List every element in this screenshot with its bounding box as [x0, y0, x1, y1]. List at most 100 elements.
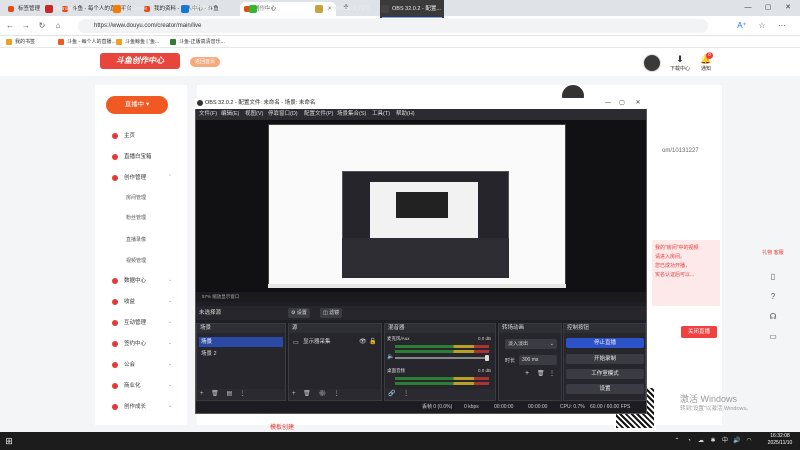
close-window-icon[interactable]: ✕ [631, 98, 645, 109]
menu-help[interactable]: 帮助(H) [396, 109, 415, 120]
read-aloud-icon[interactable]: A⁺ [736, 20, 748, 32]
taskbar-item-naraka[interactable]: Naraka [44, 0, 108, 18]
sidebar-item-treasure[interactable]: 直播白宝箱 [112, 151, 152, 163]
back-icon[interactable]: ← [4, 20, 16, 32]
start-recording-button[interactable]: 开始录制 [566, 354, 644, 364]
star-icon [6, 39, 12, 45]
scene-item[interactable]: 场景 2 [199, 349, 283, 359]
input-method-icon[interactable]: 中 [720, 432, 730, 450]
dock-title: 源 [289, 324, 381, 333]
avatar[interactable] [643, 54, 661, 72]
favorite-star-icon[interactable]: ☆ [756, 20, 768, 32]
sidebar-subitem-recordings[interactable]: 直播录像 [126, 235, 146, 245]
source-label: 显示器采集 [303, 339, 331, 345]
taskbar-item-game[interactable]: 21646039-火刀门 [314, 0, 376, 18]
sidebar-item-label: 公会 [124, 362, 136, 368]
volume-slider[interactable] [395, 357, 489, 359]
monitor-icon[interactable]: ▭ [766, 332, 780, 342]
sidebar-item-creation[interactable]: 创作管理 [112, 172, 146, 184]
sidebar-subitem-videos[interactable]: 视频管理 [126, 256, 146, 266]
menu-docks[interactable]: 停靠窗口(D) [268, 109, 298, 120]
source-toolbar-buttons[interactable]: + 🗑 ⚙ ⋮ [289, 389, 381, 400]
browser-icon [181, 5, 189, 13]
bookmark-item[interactable]: 我的书签 [6, 36, 35, 48]
stop-streaming-button[interactable]: 停止直播 [566, 338, 644, 348]
add-transition-icon[interactable]: + [525, 370, 529, 377]
live-status-button[interactable]: 直播中 ▾ [106, 96, 168, 114]
eye-icon[interactable]: 👁 [359, 338, 367, 345]
scene-toolbar[interactable]: + 🗑 ▤ ⋮ [197, 389, 285, 400]
minimize-icon[interactable]: — [601, 98, 615, 109]
sidebar-subitem-fans[interactable]: 粉丝管理 [126, 213, 146, 223]
sidebar-subitem-room[interactable]: 房间管理 [126, 193, 146, 203]
more-icon[interactable]: ⋯ [776, 20, 788, 32]
network-icon[interactable]: ◔ [684, 432, 694, 450]
menu-profile[interactable]: 配置文件(P) [304, 109, 333, 120]
bookmark-label: 斗鱼 - 每个人的直播... [67, 39, 116, 45]
reload-icon[interactable]: ↻ [36, 20, 48, 32]
bluetooth-icon[interactable]: ✱ [708, 432, 718, 450]
chevron-up-icon[interactable]: ⌃ [672, 432, 682, 450]
speaker-icon[interactable]: 🔊 [732, 432, 742, 450]
volume-knob[interactable] [485, 355, 489, 361]
headset-icon[interactable]: ☊ [766, 312, 780, 322]
cpu-usage: CPU: 0.7% [560, 404, 585, 410]
taskbar-item-obs[interactable]: OBS 32.0.2 - 配置... [380, 0, 444, 18]
menu-view[interactable]: 视图(V) [245, 109, 263, 120]
studio-mode-button[interactable]: 工作室模式 [566, 369, 644, 379]
volume-meter [395, 377, 489, 380]
bookmark-item[interactable]: 斗鱼鲸鱼 | '鱼... [116, 36, 159, 48]
menu-edit[interactable]: 编辑(E) [221, 109, 239, 120]
taskbar-item-wegame[interactable]: WeGame [112, 0, 176, 18]
maximize-icon[interactable]: ▢ [758, 0, 778, 16]
scene-item[interactable]: 场景 [199, 337, 283, 347]
lock-icon[interactable]: 🔓 [369, 338, 376, 345]
sidebar-item-income[interactable]: 收益 [112, 296, 135, 308]
system-clock[interactable]: 16:32:08 2025/11/10 [760, 433, 800, 447]
trash-icon[interactable]: 🗑 [537, 370, 545, 377]
sidebar-item-commerce[interactable]: 商业化 [112, 380, 141, 392]
close-window-icon[interactable]: ✕ [778, 0, 798, 16]
download-center-button[interactable]: ⬇ 下载中心 [668, 54, 692, 72]
menu-file[interactable]: 文件(F) [199, 109, 217, 120]
filters-button[interactable]: ◫ 滤镜 [320, 308, 343, 318]
wifi-icon[interactable]: ◠ [744, 432, 754, 450]
dock-title: 控制按钮 [564, 324, 645, 333]
menu-scene-collection[interactable]: 场景集合(S) [337, 109, 366, 120]
site-logo[interactable]: 斗鱼创作中心 [100, 53, 180, 69]
settings-button[interactable]: 设置 [566, 384, 644, 394]
maximize-icon[interactable]: ▢ [615, 98, 629, 109]
taskbar-item-browser[interactable]: 创作中心 [180, 0, 244, 18]
windows-start-icon[interactable]: ⊞ [2, 434, 16, 448]
minimize-icon[interactable]: — [738, 0, 758, 16]
url-input[interactable]: https://www.douyu.com/creator/main/live [78, 19, 708, 33]
home-icon[interactable]: ⌂ [52, 20, 64, 32]
transition-select[interactable]: 淡入淡出 ⌄ [505, 339, 557, 349]
sidebar-item-contract[interactable]: 签约中心 [112, 338, 146, 350]
sidebar-item-interaction[interactable]: 互动管理 [112, 317, 146, 329]
preview-zoom-bar[interactable]: 57% 缩放显示窗口 [196, 292, 646, 302]
sidebar-item-home[interactable]: 主页 [112, 130, 135, 142]
bookmark-item[interactable]: 斗鱼 - 每个人的直播... [58, 36, 116, 48]
help-icon[interactable]: ? [766, 292, 780, 302]
speaker-icon[interactable]: 🔈 [387, 353, 394, 360]
income-icon [112, 299, 118, 305]
more-icon[interactable]: ⋮ [549, 370, 555, 377]
sidebar-item-guild[interactable]: 公会 [112, 359, 135, 371]
sidebar-item-growth[interactable]: 创作成长 [112, 401, 146, 413]
taskbar-item-wechat[interactable]: 微信 [248, 0, 312, 18]
right-toolbar-label[interactable]: 礼物 客服 [762, 250, 784, 257]
commerce-icon [112, 383, 118, 389]
menu-tools[interactable]: 工具(T) [372, 109, 390, 120]
mixer-toolbar[interactable]: 🔗 ⋮ [385, 389, 495, 400]
back-home-button[interactable]: 返回首页 [190, 57, 221, 67]
sidebar-item-data[interactable]: 数据中心 [112, 275, 146, 287]
template-create-link[interactable]: 模板创建 [270, 422, 294, 431]
mobile-icon[interactable]: ▯ [766, 272, 780, 282]
forward-icon[interactable]: → [20, 20, 32, 32]
properties-button[interactable]: ⚙ 设置 [288, 308, 310, 318]
bookmark-item[interactable]: 斗鱼-正版高清音乐... [170, 36, 225, 48]
duration-input[interactable]: 300 ms [519, 355, 557, 365]
close-live-button[interactable]: 关闭直播 [681, 326, 717, 338]
onedrive-icon[interactable]: ☁ [696, 432, 706, 450]
